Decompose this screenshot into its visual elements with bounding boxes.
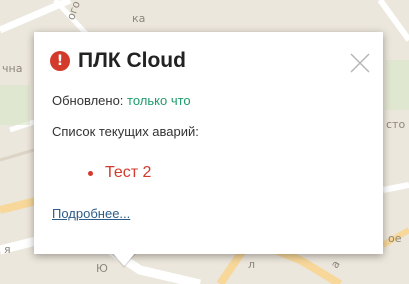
bullet-icon xyxy=(88,170,93,176)
close-icon xyxy=(350,53,370,73)
alert-exclamation-icon: ! xyxy=(50,51,70,71)
map-label: ка xyxy=(132,12,146,25)
map-info-popup: ! ПЛК Cloud Обновлено: только что Список… xyxy=(34,32,383,254)
map-label: Ю xyxy=(96,262,108,275)
updated-status: Обновлено: только что xyxy=(52,93,191,108)
updated-label: Обновлено: xyxy=(52,93,124,108)
map-label: чна xyxy=(2,62,23,75)
updated-value: только что xyxy=(127,93,191,108)
map-label: л xyxy=(248,258,256,271)
alarm-item: Тест 2 xyxy=(88,164,151,182)
alarm-list-title: Список текущих аварий: xyxy=(52,124,199,139)
alarm-item-label: Тест 2 xyxy=(105,164,152,181)
popup-header: ! ПЛК Cloud xyxy=(50,49,186,73)
map-label: ое xyxy=(388,232,402,245)
map-label: я xyxy=(4,243,11,256)
popup-title: ПЛК Cloud xyxy=(78,49,186,72)
close-button[interactable] xyxy=(349,52,371,74)
more-details-link[interactable]: Подробнее... xyxy=(52,206,130,221)
alarm-list: Тест 2 xyxy=(88,164,151,182)
popup-tail xyxy=(112,252,136,266)
map-label: сто xyxy=(386,118,406,131)
